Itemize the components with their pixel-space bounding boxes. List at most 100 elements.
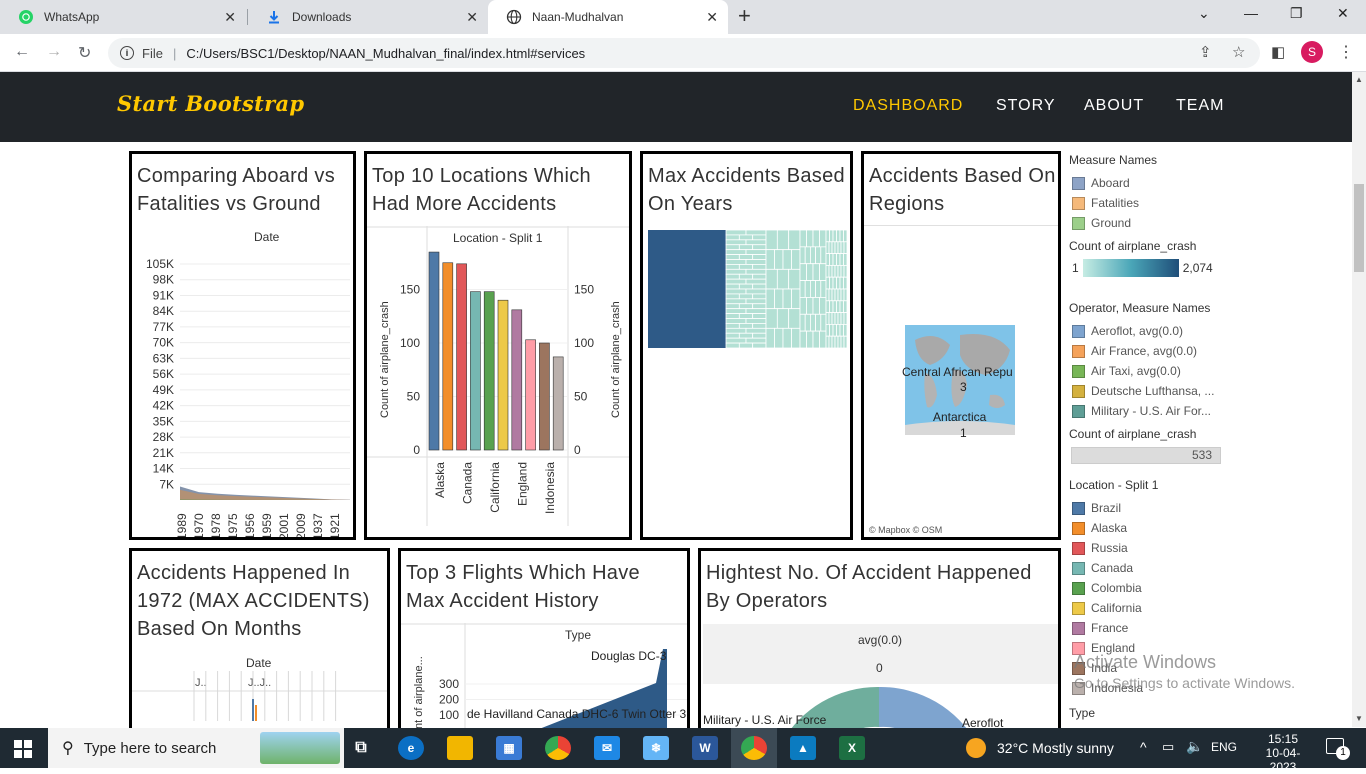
location-legend-item[interactable]: Colombia [1065, 578, 1235, 598]
location-legend-item[interactable]: California [1065, 598, 1235, 618]
minimize-button[interactable]: — [1244, 5, 1258, 21]
treemap-cell [839, 276, 844, 290]
nav-team[interactable]: TEAM [1176, 97, 1224, 115]
location-legend-item[interactable]: Alaska [1065, 518, 1235, 538]
tab-whatsapp[interactable]: WhatsApp ✕ [0, 0, 246, 34]
close-icon[interactable]: ✕ [466, 9, 478, 25]
treemap-cell [725, 293, 740, 300]
tab-search-chevron-icon[interactable]: ⌄ [1198, 5, 1210, 22]
forward-arrow-icon[interactable]: → [46, 43, 62, 61]
address-bar-row: ← → ↻ i File | C:/Users/BSC1/Desktop/NAA… [0, 34, 1366, 72]
treemap-cell [829, 276, 834, 290]
weather-text[interactable]: 32°C Mostly sunny [997, 740, 1114, 756]
language-indicator[interactable]: ENG [1211, 740, 1237, 754]
menu-kebab-icon[interactable]: ⋮ [1338, 42, 1354, 62]
treemap-chart[interactable] [648, 230, 848, 350]
month-chart[interactable] [132, 671, 387, 721]
operator-legend-item[interactable]: Deutsche Lufthansa, ... [1065, 381, 1235, 401]
y-tick-label: 0 [413, 443, 420, 457]
measure-legend-item[interactable]: Fatalities [1065, 193, 1235, 213]
omnibox[interactable]: i File | C:/Users/BSC1/Desktop/NAAN_Mudh… [108, 38, 1260, 68]
side-panel-icon[interactable]: ◧ [1271, 43, 1285, 61]
volume-icon[interactable]: 🔈 [1186, 738, 1203, 755]
network-icon[interactable]: ▭ [1162, 739, 1174, 755]
y-tick-label: 300 [439, 677, 459, 691]
location-legend-item[interactable]: Canada [1065, 558, 1235, 578]
treemap-cell [834, 288, 839, 302]
whatsapp-icon [18, 9, 34, 25]
mail-icon[interactable]: ✉ [594, 736, 620, 760]
url-text[interactable]: C:/Users/BSC1/Desktop/NAAN_Mudhalvan_fin… [186, 46, 585, 61]
scroll-down-icon[interactable]: ▼ [1355, 714, 1363, 723]
close-icon[interactable]: ✕ [224, 9, 236, 25]
back-arrow-icon[interactable]: ← [14, 43, 30, 61]
task-view-icon[interactable]: ⧉ [348, 736, 374, 760]
treemap-cell [825, 335, 830, 349]
legend-title: Measure Names [1069, 153, 1158, 167]
treemap-cell [831, 288, 836, 302]
taskbar-search[interactable]: ⚲ Type here to search [48, 728, 344, 768]
info-icon[interactable]: i [120, 46, 134, 60]
profile-avatar[interactable]: S [1301, 41, 1323, 63]
x-tick-label: Indonesia [543, 462, 557, 514]
site-navbar: Start Bootstrap DASHBOARD STORY ABOUT TE… [0, 72, 1352, 142]
treemap-cell [738, 264, 754, 270]
area-chart[interactable]: 105K 98K91K 84K 77K 70K63K 56K 49K 42K35K 28K 21K… [132, 250, 353, 540]
page-scrollbar[interactable]: ▲ ▼ [1352, 72, 1366, 727]
measure-legend-item[interactable]: Aboard [1065, 173, 1235, 193]
reload-icon[interactable]: ↻ [78, 43, 91, 63]
edge-icon[interactable]: e [398, 736, 424, 760]
brand-logo[interactable]: Start Bootstrap [117, 91, 304, 116]
file-explorer-icon[interactable] [447, 736, 473, 760]
weather-icon[interactable] [966, 738, 986, 758]
treemap-cell [745, 259, 767, 265]
store-icon[interactable]: ▦ [496, 736, 522, 760]
legend-label: Colombia [1091, 581, 1142, 595]
measure-legend-item[interactable]: Ground [1065, 213, 1235, 233]
location-legend-item[interactable]: France [1065, 618, 1235, 638]
snip-icon[interactable]: ❄ [643, 736, 669, 760]
notification-icon[interactable]: 1 [1326, 738, 1350, 760]
bar [497, 299, 509, 451]
tab-naan-mudhalvan[interactable]: Naan-Mudhalvan ✕ [488, 0, 728, 34]
operator-legend-item[interactable]: Aeroflot, avg(0.0) [1065, 321, 1235, 341]
chrome-active-icon[interactable] [741, 736, 767, 760]
scroll-up-icon[interactable]: ▲ [1355, 75, 1363, 84]
close-icon[interactable]: ✕ [706, 9, 718, 25]
legend-swatch [1072, 176, 1085, 190]
treemap-cell [725, 332, 740, 339]
close-window-button[interactable]: ✕ [1337, 5, 1349, 22]
y-tick-label: 7K [159, 477, 174, 491]
photos-icon[interactable]: ▲ [790, 736, 816, 760]
location-legend-item[interactable]: Russia [1065, 538, 1235, 558]
bar-chart[interactable]: 0 0 50 50 100 100 150 150 Alaska Canada California… [367, 226, 629, 526]
treemap-cell [765, 249, 775, 270]
globe-icon [506, 9, 522, 25]
word-icon[interactable]: W [692, 736, 718, 760]
treemap-cell [831, 241, 836, 255]
nav-dashboard[interactable]: DASHBOARD [853, 97, 963, 115]
maximize-button[interactable]: ❐ [1290, 5, 1303, 22]
treemap-cell [752, 342, 767, 349]
operator-legend-item[interactable]: Military - U.S. Air For... [1065, 401, 1235, 421]
tray-chevron-icon[interactable]: ^ [1140, 739, 1147, 755]
treemap-cell [832, 276, 837, 290]
chrome-icon[interactable] [545, 736, 571, 760]
panel-title: Hightest No. Of Accident Happened By Oper… [706, 562, 1032, 612]
operator-legend-item[interactable]: Air France, avg(0.0) [1065, 341, 1235, 361]
scheme-label: File [142, 45, 163, 61]
treemap-cell [752, 313, 767, 319]
operator-legend-item[interactable]: Air Taxi, avg(0.0) [1065, 361, 1235, 381]
tab-downloads[interactable]: Downloads ✕ [248, 0, 488, 34]
new-tab-button[interactable]: + [738, 4, 751, 28]
scrollbar-thumb[interactable] [1354, 184, 1364, 272]
nav-story[interactable]: STORY [996, 97, 1056, 115]
excel-icon[interactable]: X [839, 736, 865, 760]
location-legend-item[interactable]: Brazil [1065, 498, 1235, 518]
treemap-cell [815, 280, 822, 298]
bookmark-star-icon[interactable]: ☆ [1232, 43, 1245, 61]
windows-start-icon[interactable] [14, 740, 32, 763]
share-icon[interactable]: ⇪ [1199, 43, 1212, 61]
treemap-cell [765, 327, 775, 349]
nav-about[interactable]: ABOUT [1084, 97, 1144, 115]
